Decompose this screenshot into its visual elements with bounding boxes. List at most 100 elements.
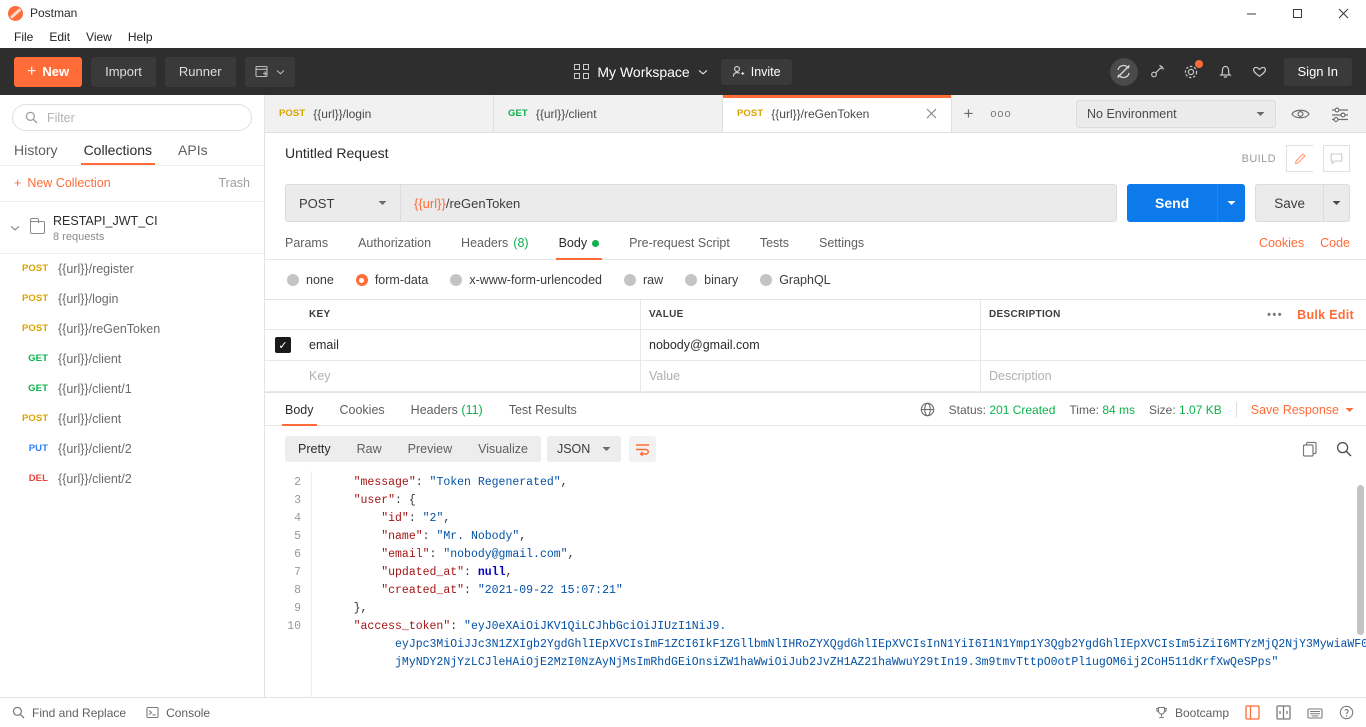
table-row[interactable]: ✓ email nobody@gmail.com: [265, 330, 1366, 361]
send-button[interactable]: Send: [1126, 184, 1218, 222]
tab-pre-request-script[interactable]: Pre-request Script: [629, 236, 730, 259]
two-pane-icon[interactable]: [1276, 705, 1291, 720]
list-item[interactable]: PUT {{url}}/client/2: [0, 434, 264, 464]
tab-authorization[interactable]: Authorization: [358, 236, 431, 259]
response-tab-headers[interactable]: Headers (11): [411, 403, 483, 425]
heart-icon[interactable]: [1246, 58, 1274, 86]
close-icon[interactable]: [1320, 0, 1366, 26]
satellite-icon[interactable]: [1144, 58, 1172, 86]
console-button[interactable]: Console: [146, 706, 210, 720]
globe-icon[interactable]: [920, 402, 935, 417]
sidebar-tab-collections[interactable]: Collections: [80, 142, 156, 165]
list-item[interactable]: GET {{url}}/client: [0, 344, 264, 374]
new-button[interactable]: + New: [14, 56, 83, 87]
import-button[interactable]: Import: [91, 56, 156, 87]
environment-selector[interactable]: No Environment: [1076, 99, 1276, 128]
list-item[interactable]: POST {{url}}/client: [0, 404, 264, 434]
save-button[interactable]: Save: [1255, 184, 1323, 222]
minimize-icon[interactable]: [1228, 0, 1274, 26]
chevron-down-icon[interactable]: [10, 225, 22, 231]
find-and-replace-button[interactable]: Find and Replace: [12, 706, 126, 720]
new-value-cell[interactable]: Value: [641, 361, 981, 391]
body-mode-raw[interactable]: raw: [624, 273, 663, 287]
request-tab-login[interactable]: POST {{url}}/login: [265, 95, 494, 132]
sidebar-layout-icon[interactable]: [1245, 705, 1260, 720]
tab-settings[interactable]: Settings: [819, 236, 864, 259]
table-more-icon[interactable]: •••: [1267, 309, 1283, 321]
table-row-empty[interactable]: Key Value Description: [265, 361, 1366, 392]
row-checkbox[interactable]: ✓: [265, 337, 301, 353]
sidebar-tab-history[interactable]: History: [14, 142, 58, 165]
trash-button[interactable]: Trash: [219, 176, 251, 190]
list-item[interactable]: POST {{url}}/login: [0, 284, 264, 314]
environment-settings-icon[interactable]: [1324, 100, 1356, 128]
method-selector[interactable]: POST: [285, 184, 400, 222]
row-value-cell[interactable]: nobody@gmail.com: [641, 330, 981, 360]
menu-help[interactable]: Help: [120, 28, 161, 46]
save-options-icon[interactable]: [1323, 184, 1350, 222]
cookies-link[interactable]: Cookies: [1259, 236, 1304, 250]
help-icon[interactable]: [1339, 705, 1354, 720]
runner-button[interactable]: Runner: [164, 56, 236, 87]
maximize-icon[interactable]: [1274, 0, 1320, 26]
tab-body[interactable]: Body: [555, 236, 602, 260]
comment-icon[interactable]: [1323, 145, 1350, 172]
workspace-selector[interactable]: My Workspace: [574, 64, 708, 80]
body-mode-form-data[interactable]: form-data: [355, 273, 428, 287]
new-collection-button[interactable]: + New Collection: [14, 176, 111, 190]
row-description-cell[interactable]: [981, 330, 1366, 360]
response-tab-body[interactable]: Body: [282, 403, 316, 426]
tab-params[interactable]: Params: [285, 236, 328, 259]
tab-tests[interactable]: Tests: [760, 236, 789, 259]
code-link[interactable]: Code: [1320, 236, 1350, 250]
wrap-lines-icon[interactable]: [629, 436, 657, 462]
new-key-cell[interactable]: Key: [301, 361, 641, 391]
request-tab-client[interactable]: GET {{url}}/client: [494, 95, 723, 132]
tab-headers[interactable]: Headers (8): [461, 236, 529, 259]
body-mode-binary[interactable]: binary: [685, 273, 738, 287]
list-item[interactable]: POST {{url}}/register: [0, 254, 264, 284]
filter-input[interactable]: Filter: [12, 104, 252, 131]
new-window-button[interactable]: [244, 56, 295, 87]
invite-button[interactable]: Invite: [720, 58, 792, 85]
language-selector[interactable]: JSON: [546, 436, 622, 462]
bell-icon[interactable]: [1212, 58, 1240, 86]
sync-off-icon[interactable]: [1109, 57, 1138, 86]
response-tab-cookies[interactable]: Cookies: [340, 403, 385, 425]
copy-icon[interactable]: [1302, 441, 1318, 457]
new-description-cell[interactable]: Description: [981, 361, 1366, 391]
menu-view[interactable]: View: [78, 28, 120, 46]
collection-row[interactable]: RESTAPI_JWT_CI 8 requests: [0, 202, 264, 254]
search-icon[interactable]: [1336, 441, 1352, 457]
format-visualize[interactable]: Visualize: [465, 442, 541, 456]
body-mode-none[interactable]: none: [287, 273, 334, 287]
close-tab-icon[interactable]: [926, 108, 937, 119]
response-tab-test-results[interactable]: Test Results: [509, 403, 577, 425]
menu-edit[interactable]: Edit: [41, 28, 78, 46]
bulk-edit-link[interactable]: Bulk Edit: [1297, 308, 1354, 322]
list-item[interactable]: DEL {{url}}/client/2: [0, 464, 264, 494]
body-mode-graphql[interactable]: GraphQL: [760, 273, 831, 287]
url-input[interactable]: {{url}}/reGenToken: [400, 184, 1117, 222]
bootcamp-button[interactable]: Bootcamp: [1155, 706, 1229, 720]
code-content[interactable]: "message": "Token Regenerated", "user": …: [311, 471, 1366, 697]
format-pretty[interactable]: Pretty: [285, 442, 344, 456]
list-item[interactable]: POST {{url}}/reGenToken: [0, 314, 264, 344]
tab-options-icon[interactable]: ooo: [985, 95, 1017, 132]
edit-pencil-icon[interactable]: [1286, 145, 1313, 172]
format-preview[interactable]: Preview: [395, 442, 465, 456]
request-tab-regentoken[interactable]: POST {{url}}/reGenToken: [723, 95, 952, 132]
sidebar-tab-apis[interactable]: APIs: [178, 142, 208, 165]
environment-quick-look-icon[interactable]: [1284, 100, 1316, 128]
menu-file[interactable]: File: [6, 28, 41, 46]
scrollbar-thumb[interactable]: [1357, 485, 1364, 635]
gear-icon[interactable]: [1178, 58, 1206, 86]
list-item[interactable]: GET {{url}}/client/1: [0, 374, 264, 404]
new-tab-button[interactable]: +: [952, 95, 985, 132]
body-mode-urlencoded[interactable]: x-www-form-urlencoded: [450, 273, 602, 287]
sign-in-button[interactable]: Sign In: [1283, 57, 1352, 86]
response-body-code[interactable]: 2 3 4 5 6 7 8 9 10 "message": "Token Regenerated…: [265, 471, 1366, 697]
vertical-scrollbar[interactable]: [1357, 471, 1364, 697]
keyboard-icon[interactable]: [1307, 706, 1323, 719]
save-response-button[interactable]: Save Response: [1251, 403, 1354, 417]
